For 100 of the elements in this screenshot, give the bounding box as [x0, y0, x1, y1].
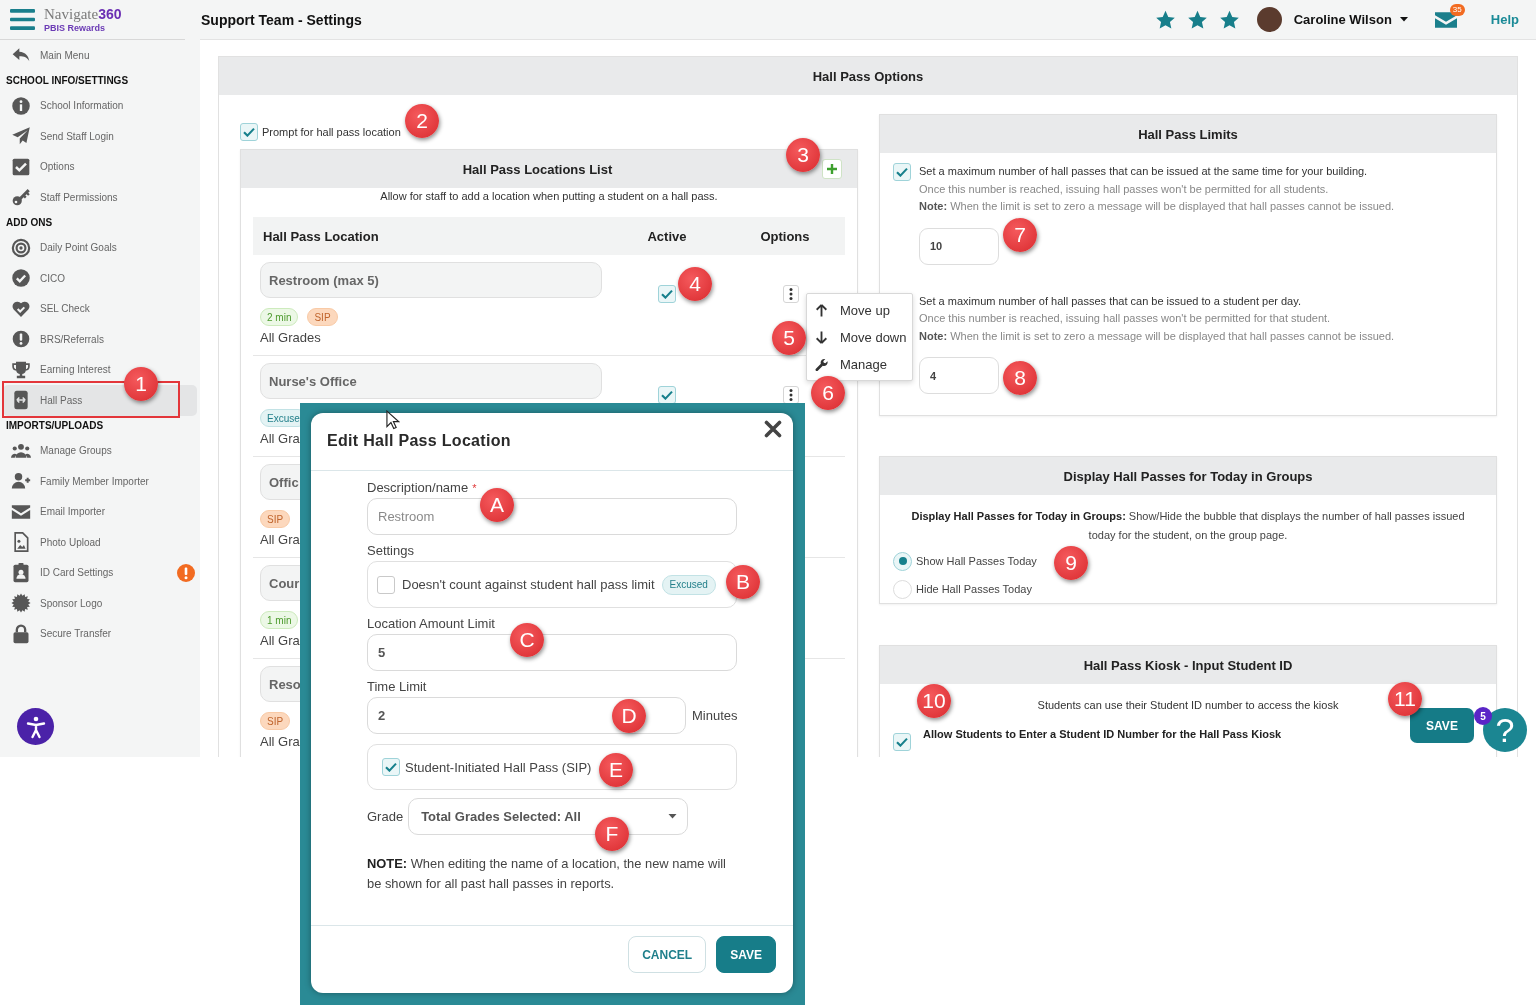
vertical-dots-icon — [789, 288, 793, 300]
column-header: Hall Pass Location — [262, 228, 380, 244]
nav-item[interactable]: Staff Permissions — [3, 182, 124, 213]
field-label: Description/name — [367, 480, 469, 496]
card-title: Hall Pass Kiosk - Input Student ID — [1083, 657, 1293, 673]
checkmark-icon — [661, 289, 673, 299]
help-link[interactable]: Help — [1490, 12, 1519, 27]
grade-text: All Gra — [260, 734, 300, 750]
checkbox-label: Allow Students to Enter a Student ID Number for the Hall Pass Kiosk — [923, 727, 1282, 741]
save-button[interactable]: SAVE — [1410, 708, 1474, 743]
dialog-title: Edit Hall Pass Location — [327, 431, 511, 450]
close-icon — [764, 420, 782, 438]
checkbox[interactable] — [382, 758, 400, 776]
nav-item[interactable]: Options — [3, 151, 81, 182]
checkbox[interactable] — [377, 575, 395, 594]
location-name: Restroom (max 5) — [260, 262, 602, 298]
nav-item[interactable]: Send Staff Login — [3, 121, 120, 152]
required-mark: * — [472, 481, 477, 496]
info-icon — [10, 95, 32, 116]
unread-count: 35 — [1449, 3, 1465, 16]
wrench-icon — [815, 358, 828, 371]
card-title: Display Hall Passes for Today in Groups — [1063, 468, 1313, 484]
limit-input[interactable]: 10 — [919, 227, 999, 265]
close-button[interactable] — [764, 420, 782, 438]
caret-down-icon — [668, 814, 678, 819]
checked-square-icon — [10, 156, 32, 177]
nav-item[interactable]: Earning Interest — [3, 354, 117, 385]
cancel-button[interactable]: CANCEL — [628, 936, 707, 973]
checkbox[interactable] — [893, 163, 911, 181]
arrow-up-icon — [815, 304, 828, 317]
menu-item[interactable]: Manage — [807, 351, 912, 378]
rule-detail: Once this number is reached, issuing hall passes won't be permitted for that student. — [919, 311, 1332, 326]
arrow-down-icon — [815, 331, 828, 344]
radio-button[interactable] — [893, 579, 912, 599]
nav-item[interactable]: SEL Check — [3, 293, 96, 324]
accessibility-button[interactable] — [17, 708, 54, 745]
nav-item[interactable]: Daily Point Goals — [3, 232, 123, 263]
nav-item[interactable]: Sponsor Logo — [3, 588, 109, 619]
panel-title: Hall Pass Options — [812, 68, 924, 84]
annotation-marker: 3 — [786, 138, 820, 172]
note-text: NOTE: When editing the name of a location, the new name will be shown for all past hall passes in reports. — [367, 855, 727, 893]
menu-icon[interactable] — [10, 9, 35, 30]
nav-link[interactable]: Main Menu — [3, 40, 96, 71]
field-label: Grade — [367, 809, 404, 824]
seal-icon — [10, 593, 32, 614]
product-name: PBIS Rewards — [44, 22, 107, 34]
rule-text: Set a maximum number of hall passes that can be issued to a student per day. — [919, 293, 1302, 309]
sip-tag: SIP — [260, 510, 291, 528]
field-label: Location Amount Limit — [367, 616, 495, 632]
check-circle-icon — [10, 268, 32, 289]
menu-item[interactable]: Move down — [807, 324, 912, 351]
envelope-icon[interactable] — [1434, 11, 1457, 28]
save-button[interactable]: SAVE — [716, 936, 776, 973]
avatar — [1256, 7, 1282, 32]
section-heading: SCHOOL INFO/SETTINGS — [5, 74, 130, 88]
card-title: Hall Pass Limits — [1138, 126, 1238, 142]
field-label: Time Limit — [367, 679, 427, 695]
add-button[interactable] — [822, 159, 842, 179]
nav-item[interactable]: Secure Transfer — [3, 618, 118, 649]
star-icon — [1154, 9, 1176, 30]
section-heading: ADD ONS — [5, 216, 54, 230]
user-menu-button[interactable]: Caroline Wilson — [1293, 12, 1408, 27]
nav-item[interactable]: Email Importer — [3, 496, 111, 527]
options-button[interactable] — [783, 386, 799, 404]
checkbox[interactable] — [658, 386, 676, 404]
grade-text: All Grades — [260, 330, 321, 346]
nav-item[interactable]: Family Member Importer — [3, 466, 155, 497]
grade-text: All Gra — [260, 633, 300, 649]
checkmark-icon — [661, 390, 673, 400]
nav-item[interactable]: Photo Upload — [3, 527, 107, 558]
unit-label: Minutes — [692, 708, 738, 723]
grade-text: All Gra — [260, 532, 300, 548]
nav-item[interactable]: BRS/Referrals — [3, 324, 110, 355]
sip-tag: SIP — [307, 308, 338, 326]
column-header: Options — [759, 228, 811, 244]
user-plus-icon — [10, 471, 32, 492]
checkbox[interactable] — [893, 733, 911, 751]
vertical-dots-icon — [789, 389, 793, 401]
nav-item[interactable]: Manage Groups — [3, 435, 118, 466]
rule-detail: Once this number is reached, issuing hall passes won't be permitted for all students. — [919, 181, 1330, 197]
rule-note: Note: When the limit is set to zero a message will be displayed that hall passes cannot be issued. — [919, 328, 1396, 344]
key-icon — [10, 187, 32, 208]
radio-button[interactable] — [893, 551, 912, 571]
checkbox[interactable] — [658, 285, 676, 303]
checkmark-icon — [243, 127, 255, 137]
radio-label: Hide Hall Passes Today — [916, 583, 1032, 595]
card-subtitle: Allow for staff to add a location when putting a student on a hall pass. — [379, 189, 719, 204]
nav-item[interactable]: School Information — [3, 90, 130, 121]
nav-item[interactable]: CICO — [3, 263, 71, 294]
rule-text: Set a maximum number of hall passes that can be issued at the same time for your building. — [919, 164, 1369, 179]
limit-input[interactable]: 4 — [919, 357, 999, 394]
checkbox[interactable] — [240, 123, 258, 141]
menu-item[interactable]: Move up — [807, 297, 912, 324]
nav-item[interactable]: ID Card Settings — [3, 557, 197, 588]
options-button[interactable] — [783, 285, 799, 303]
card-title: Hall Pass Locations List — [461, 161, 614, 177]
duration-tag: 2 min — [260, 308, 299, 326]
checkmark-icon — [896, 167, 908, 177]
field-label: Settings — [367, 543, 414, 559]
checkbox-label: Prompt for hall pass location — [262, 126, 401, 138]
